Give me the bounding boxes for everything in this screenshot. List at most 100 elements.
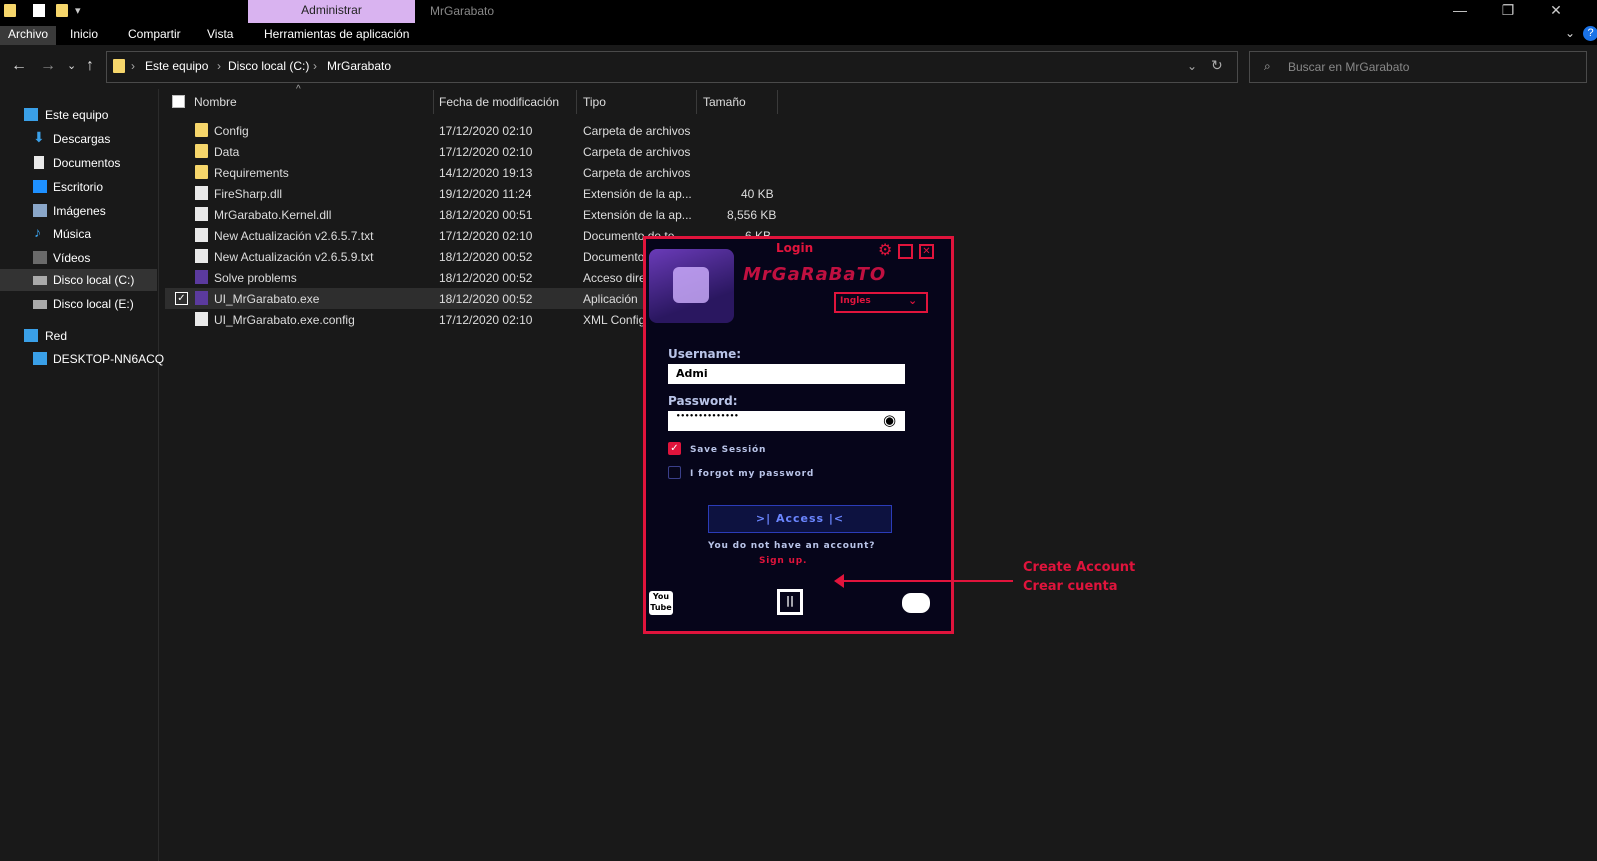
quick-access-dropdown-icon[interactable]: ▾ [75,4,81,17]
nav-disco-local-e[interactable]: Disco local (E:) [0,293,157,315]
file-row[interactable]: Config 17/12/2020 02:10 Carpeta de archi… [165,120,785,141]
sign-up-link[interactable]: Sign up. [759,556,807,566]
text-file-icon [195,249,208,263]
tab-vista[interactable]: Vista [207,26,233,45]
annotation-arrow [840,580,1013,582]
save-session-label: Save Sessión [690,445,767,455]
crumb-separator: › [217,59,221,73]
recent-dropdown-icon[interactable]: ⌄ [67,59,76,72]
nav-desktop-pc[interactable]: DESKTOP-NN6ACQ [0,348,164,370]
desktop-icon [33,180,47,193]
chevron-down-icon: ⌄ [908,294,918,307]
ribbon-expand-icon[interactable]: ⌄ [1565,26,1575,40]
gear-icon[interactable]: ⚙ [878,242,892,258]
help-icon[interactable]: ? [1583,26,1597,41]
crumb-separator: › [313,59,317,73]
file-row[interactable]: Data 17/12/2020 02:10 Carpeta de archivo… [165,141,785,162]
folder-icon [195,165,208,179]
select-all-checkbox[interactable] [172,95,185,108]
address-bar[interactable]: › Este equipo › Disco local (C:) › MrGar… [106,51,1238,83]
forgot-password-checkbox[interactable] [668,466,681,479]
window-title: MrGarabato [430,4,495,18]
column-header-name[interactable]: Nombre [194,95,237,109]
minimize-icon[interactable] [898,244,913,259]
config-file-icon [195,312,208,326]
file-row[interactable]: MrGarabato.Kernel.dll 18/12/2020 00:51 E… [165,204,785,225]
column-divider[interactable] [433,90,434,114]
tab-administrar[interactable]: Administrar [248,0,415,23]
nav-escritorio[interactable]: Escritorio [0,176,157,198]
crumb-disco-local[interactable]: Disco local (C:) [228,59,309,73]
download-icon: ⬇ [33,129,45,145]
nav-musica[interactable]: ♪ Música [0,223,157,245]
text-file-icon [195,228,208,242]
password-input[interactable]: •••••••••••••• ◉ [668,411,905,431]
refresh-icon[interactable]: ↻ [1211,57,1223,74]
computer-icon [33,352,47,365]
forward-icon[interactable]: → [40,57,56,75]
file-row[interactable]: Requirements 14/12/2020 19:13 Carpeta de… [165,162,785,183]
column-header-date[interactable]: Fecha de modificación [439,95,559,109]
folder-icon [195,123,208,137]
no-account-text: You do not have an account? [708,541,876,551]
drive-icon [33,300,47,309]
folder-icon [4,4,16,17]
search-icon: ⌕ [1264,59,1271,73]
search-box[interactable]: ⌕ Buscar en MrGarabato [1249,51,1587,83]
eye-icon[interactable]: ◉ [883,412,896,429]
crumb-este-equipo[interactable]: Este equipo [145,59,208,73]
tab-archivo[interactable]: Archivo [0,26,57,45]
forgot-password-label[interactable]: I forgot my password [690,469,814,479]
nav-documentos[interactable]: Documentos [0,152,157,174]
column-divider[interactable] [777,90,778,114]
up-icon[interactable]: ↑ [86,57,94,75]
music-icon: ♪ [34,224,41,240]
annotation-create-account: Create Account [1023,560,1136,575]
properties-icon[interactable] [33,4,45,17]
address-dropdown-icon[interactable]: ⌄ [1187,59,1197,73]
close-icon[interactable]: ✕ [919,244,934,259]
file-row[interactable]: FireSharp.dll 19/12/2020 11:24 Extensión… [165,183,785,204]
nav-red[interactable]: Red [0,325,157,347]
pictures-icon [33,204,47,217]
nav-disco-local-c[interactable]: Disco local (C:) [0,269,157,291]
column-divider[interactable] [696,90,697,114]
tab-herramientas[interactable]: Herramientas de aplicación [264,26,409,45]
username-label: Username: [668,347,742,361]
drive-icon [33,276,47,285]
folder-icon [113,59,125,73]
discord-icon[interactable] [902,593,930,613]
tab-compartir[interactable]: Compartir [128,26,181,45]
twitch-icon[interactable]: || [777,589,803,615]
shortcut-icon [195,270,208,284]
restore-icon[interactable]: ❐ [1485,0,1531,23]
crumb-mrgarabato[interactable]: MrGarabato [327,59,391,73]
brand-logo: MrGaRaBaTO [743,264,887,285]
access-button[interactable]: >| Access |< [708,505,892,533]
folder-icon [195,144,208,158]
dota-emblem-icon [673,267,709,303]
save-session-checkbox[interactable]: ✓ [668,442,681,455]
back-icon[interactable]: ← [11,57,27,75]
language-select[interactable]: Ingles ⌄ [834,292,928,313]
nav-este-equipo[interactable]: Este equipo [0,104,157,126]
title-bar: ▾ Administrar MrGarabato — ❐ ✕ [0,0,1597,23]
youtube-icon[interactable]: You Tube [649,591,673,615]
minimize-icon[interactable]: — [1437,0,1483,23]
column-header-size[interactable]: Tamaño [703,95,746,109]
search-placeholder: Buscar en MrGarabato [1288,60,1410,74]
row-checkbox[interactable]: ✓ [175,292,188,305]
exe-app-icon [195,291,208,305]
column-divider[interactable] [576,90,577,114]
arrow-head-icon [834,574,844,588]
username-input[interactable]: Admi [668,364,905,384]
nav-descargas[interactable]: ⬇ Descargas [0,128,157,150]
nav-videos[interactable]: Vídeos [0,247,157,269]
tab-inicio[interactable]: Inicio [70,26,98,45]
new-folder-icon[interactable] [56,4,68,17]
nav-imagenes[interactable]: Imágenes [0,200,157,222]
column-header-type[interactable]: Tipo [583,95,606,109]
sort-ascending-icon: ^ [296,84,301,95]
close-icon[interactable]: ✕ [1533,0,1579,23]
crumb-separator: › [131,59,135,73]
